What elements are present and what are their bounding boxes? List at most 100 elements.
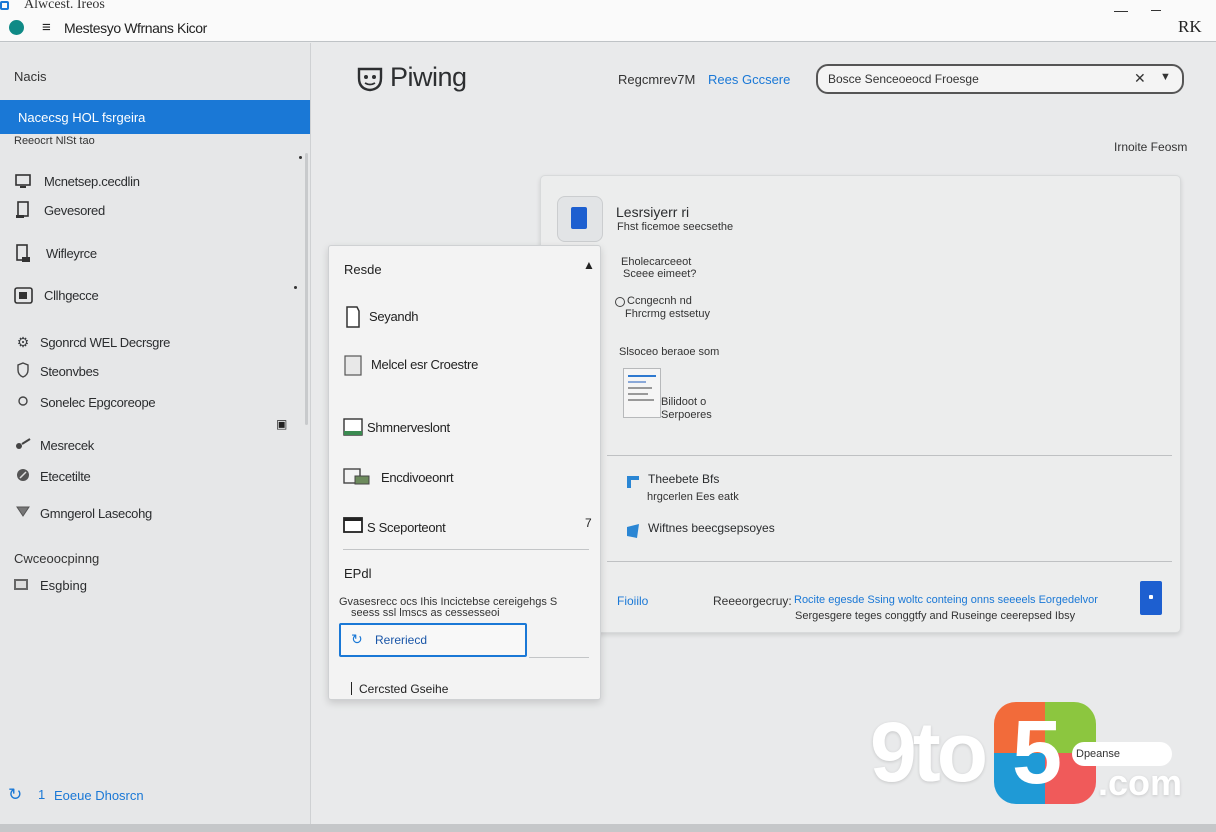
panel-item[interactable]: S Sceporteont	[343, 512, 583, 542]
panel-item-label: Encdivoeonrt	[381, 470, 454, 485]
button-label: Rereriecd	[375, 633, 428, 647]
profile-label[interactable]: Irnoite Feosm	[1114, 140, 1187, 154]
heart-icon	[14, 504, 32, 522]
card-divider	[607, 561, 1172, 562]
sidebar-item-label: Nacecsg HOL fsrgeira	[18, 110, 146, 125]
sidebar-item-shield[interactable]: Steonvbes	[0, 357, 300, 385]
monitor-icon	[14, 172, 32, 190]
sidebar-item-label: Esgbing	[40, 578, 87, 593]
panel-item-label: S Sceporteont	[367, 520, 446, 535]
sidebar-group-heading: Cwceoocpinng	[14, 551, 100, 566]
search-input[interactable]: Bosce Senceoeocd Froesge ✕ ▼	[816, 64, 1184, 94]
pencil-icon	[14, 467, 32, 485]
footer-label: Reeeorgecruy:	[713, 594, 792, 608]
user-control[interactable]: RK	[1178, 17, 1202, 37]
sidebar-item-pencil[interactable]: Etecetilte	[0, 462, 300, 490]
sidebar-item-label: Mcnetsep.cecdlin	[44, 174, 140, 189]
sidebar-item-file[interactable]: Wifleyrce	[0, 239, 300, 267]
file-icon	[14, 244, 32, 262]
panel-item[interactable]: Seyandh	[343, 301, 583, 331]
header-link[interactable]: Rees Gccsere	[708, 72, 790, 87]
sidebar-item-label: Gmngerol Lasecohg	[40, 506, 152, 521]
watermark-five: 5	[1012, 703, 1063, 803]
row-sub: hrgcerlen Ees eatk	[647, 491, 739, 503]
footer-link-description[interactable]: Rocite egesde Ssing woltc conteing onns …	[794, 594, 1098, 606]
panel-item[interactable]: Shmnerveslont	[343, 412, 583, 442]
sidebar-item-label: Gevesored	[44, 203, 105, 218]
radio-sub: Fhrcrmg estsetuy	[625, 308, 710, 320]
panel-description: seess ssl lmscs as cessesseoi	[351, 607, 500, 619]
app-logo-icon	[356, 64, 384, 92]
panel-divider	[529, 657, 589, 658]
sidebar-sub-label: Reeocrt NlSt tao	[14, 135, 95, 147]
chevron-down-icon[interactable]: ▼	[1160, 71, 1171, 83]
panel-item[interactable]: Melcel esr Croestre	[343, 349, 583, 379]
watermark-text: 9to	[870, 705, 988, 799]
menubar-title: Mestesyo Wfrnans Kicor	[64, 20, 207, 36]
status-dot-icon	[9, 20, 24, 35]
refresh-icon: ↻	[8, 785, 23, 804]
tablet-icon	[14, 286, 33, 304]
document-thumbnail-icon[interactable]	[623, 368, 661, 418]
row-title[interactable]: Wiftnes beecgsepsoyes	[648, 521, 775, 535]
book-icon	[1140, 581, 1162, 615]
gear-icon: ⚙	[16, 334, 30, 350]
footer-link[interactable]: Fioiilo	[617, 594, 648, 608]
footer-number: 1	[38, 787, 46, 802]
circle-icon	[14, 393, 32, 411]
sidebar-item-circle[interactable]: Sonelec Epgcoreope	[0, 388, 300, 416]
minimize-button[interactable]	[1112, 2, 1130, 12]
sidebar-item-document[interactable]: Gevesored	[0, 196, 300, 224]
app-tile-icon	[557, 196, 603, 242]
option-heading: Eholecarceeot	[621, 256, 692, 268]
flag-icon	[625, 474, 641, 490]
refresh-icon: ↻	[351, 631, 363, 647]
sidebar-item-heart[interactable]: Gmngerol Lasecohg	[0, 499, 300, 527]
sidebar-item-tablet[interactable]: Cllhgecce	[0, 281, 300, 309]
footer-label: Eoeue Dhosrcn	[54, 788, 144, 803]
page-icon	[343, 305, 363, 328]
checkbox-icon	[14, 579, 28, 590]
watermark-pill-text: Dpeanse	[1076, 748, 1121, 760]
dropdown-panel: Resde ▲ Seyandh Melcel esr Croestre Shmn…	[328, 245, 601, 700]
header-user-label[interactable]: Regcmrev7M	[618, 72, 695, 87]
sidebar-item-settings[interactable]: ⚙ Sgonrcd WEL Decrsgre	[0, 328, 300, 356]
row-title[interactable]: Theebete Bfs	[648, 472, 719, 486]
panel-section-title: EPdl	[344, 566, 372, 581]
details-card: Lesrsiyerr ri Fhst ficemoe seecsethe Eho…	[540, 175, 1181, 633]
sidebar-item-label: Steonvbes	[40, 364, 99, 379]
panel-footer[interactable]: Cercsted Gseihe	[350, 682, 448, 696]
sidebar-item-label: Sonelec Epgcoreope	[40, 395, 156, 410]
sidebar-item-label: Wifleyrce	[46, 246, 97, 261]
sidebar-item-label: Mesrecek	[40, 438, 94, 453]
watermark-com: .com	[1098, 762, 1183, 803]
menu-icon[interactable]: ≡	[42, 19, 51, 36]
sidebar-item-label: Etecetilte	[40, 469, 91, 484]
sidebar-item-tools[interactable]: Mesrecek	[0, 431, 300, 459]
send-icon	[625, 523, 641, 539]
app-name: Piwing	[390, 62, 467, 92]
document-sublabel: Serpoeres	[661, 409, 712, 421]
sidebar-item-selected[interactable]: Nacecsg HOL fsrgeira	[0, 100, 310, 134]
display-icon	[343, 416, 363, 438]
sidebar-dot	[299, 156, 302, 159]
footer-description: Sergesgere teges conggtfy and Ruseinge c…	[795, 610, 1076, 622]
panel-item[interactable]: Encdivoeonrt	[343, 462, 583, 492]
chevron-up-icon[interactable]: ▲	[583, 258, 595, 272]
panel-action-button[interactable]: ↻ Rereriecd	[339, 623, 527, 657]
sidebar-item-monitor[interactable]: Mcnetsep.cecdlin	[0, 167, 300, 195]
search-value: Bosce Senceoeocd Froesge	[828, 72, 979, 86]
bottom-bar	[0, 824, 1216, 832]
sidebar: Nacis Nacecsg HOL fsrgeira Reeocrt NlSt …	[0, 43, 311, 824]
sidebar-scrollbar[interactable]	[305, 153, 308, 425]
section-label: Slsoceo beraoe som	[619, 346, 720, 358]
option-radio[interactable]	[615, 297, 625, 307]
screen-icon	[343, 516, 363, 538]
clear-icon[interactable]: ✕	[1134, 70, 1146, 87]
panel-count: 7	[585, 516, 592, 530]
sidebar-badge-icon: ▣	[276, 417, 288, 431]
sidebar-footer-link[interactable]: ↻ 1 Eoeue Dhosrcn	[8, 785, 208, 807]
card-title: Lesrsiyerr ri	[616, 204, 690, 220]
maximize-button[interactable]	[1148, 2, 1166, 12]
window-icon	[343, 353, 363, 376]
